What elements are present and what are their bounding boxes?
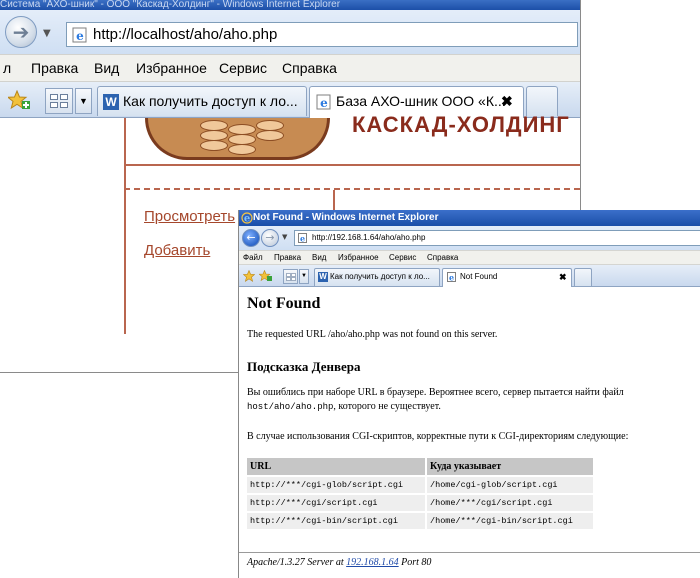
- bg-address-text: http://localhost/aho/aho.php: [93, 26, 278, 43]
- svg-text:e: e: [320, 96, 328, 110]
- bg-menu-edit[interactable]: Правка: [31, 55, 78, 81]
- quick-tabs-icon: [50, 94, 68, 108]
- bg-navigation-bar: ➔ ▼ e http://localhost/aho/aho.php: [0, 10, 580, 54]
- ie-page-icon: e: [72, 27, 87, 43]
- bg-window-title: Система "АХО-шник" - ООО "Каскад-Холдинг…: [0, 0, 341, 10]
- decorative-connector: [333, 190, 335, 210]
- view-link[interactable]: Просмотреть: [144, 208, 235, 225]
- add-favorites-icon[interactable]: [259, 270, 272, 282]
- w-favicon-icon: W: [318, 272, 328, 282]
- server-port: Port 80: [398, 557, 432, 568]
- ie-logo-icon: e: [241, 212, 253, 224]
- tab-list-icon[interactable]: ▼: [75, 88, 92, 114]
- ie-page-icon: e: [316, 94, 331, 110]
- hint-heading: Подсказка Денвера: [247, 359, 361, 374]
- fg-window-title-bar[interactable]: e Not Found - Windows Internet Explorer: [239, 210, 700, 226]
- forward-arrow-icon: →: [265, 231, 275, 244]
- fg-menu-bar: Файл Правка Вид Избранное Сервис Справка: [239, 250, 700, 265]
- fg-new-tab-button[interactable]: [574, 268, 592, 286]
- ie-page-icon: e: [298, 233, 307, 244]
- decorative-dashed-divider: [124, 188, 580, 190]
- table-cell: /home/cgi-glob/script.cgi: [426, 476, 595, 495]
- fg-menu-file[interactable]: Файл: [243, 251, 263, 264]
- fg-menu-favorites[interactable]: Избранное: [338, 251, 379, 264]
- svg-text:e: e: [244, 214, 250, 225]
- server-host-link[interactable]: 192.168.1.64: [346, 557, 399, 568]
- table-cell: http://***/cgi-bin/script.cgi: [247, 512, 427, 531]
- fg-menu-view[interactable]: Вид: [312, 251, 326, 264]
- fg-tab-bar: ▼ W Как получить доступ к ло... e Not Fo…: [239, 265, 700, 287]
- table-header-url: URL: [247, 458, 427, 477]
- add-link[interactable]: Добавить: [144, 242, 210, 259]
- bg-forward-button[interactable]: ➔: [5, 16, 37, 48]
- back-arrow-icon: ←: [246, 231, 256, 244]
- add-favorites-icon[interactable]: [8, 90, 30, 110]
- fg-page-content: Not Found The requested URL /aho/aho.php…: [239, 287, 700, 578]
- fg-history-dropdown-icon[interactable]: ▼: [282, 233, 287, 241]
- fg-tab-howto[interactable]: W Как получить доступ к ло...: [314, 268, 440, 286]
- tab-close-icon[interactable]: ✖: [559, 269, 567, 285]
- company-logo: [145, 118, 330, 160]
- bg-window-title-bar[interactable]: Система "АХО-шник" - ООО "Каскад-Холдинг…: [0, 0, 580, 10]
- cgi-info-text: В случае использования CGI-скриптов, кор…: [247, 431, 629, 442]
- favorites-star-icon[interactable]: [243, 270, 255, 282]
- table-row: http://***/cgi/script.cgi /home/***/cgi/…: [247, 494, 595, 513]
- table-header-row: URL Куда указывает: [247, 458, 595, 477]
- server-signature: Apache/1.3.27 Server at 192.168.1.64 Por…: [247, 557, 431, 568]
- quick-tabs-button[interactable]: [283, 269, 298, 284]
- ie-page-icon: e: [447, 272, 456, 283]
- w-favicon-icon: W: [103, 94, 119, 110]
- table-header-target: Куда указывает: [426, 458, 595, 477]
- hint-text-line2: host/aho/aho.php, которого не существует…: [247, 401, 441, 412]
- svg-text:e: e: [300, 234, 305, 244]
- table-cell: http://***/cgi-glob/script.cgi: [247, 476, 427, 495]
- bg-history-dropdown-icon[interactable]: ▼: [43, 28, 51, 39]
- decorative-vertical-line: [124, 118, 126, 334]
- hint-suffix: , которого не существует.: [333, 401, 441, 412]
- fg-address-bar[interactable]: e http://192.168.1.64/aho/aho.php: [294, 230, 700, 246]
- fg-menu-edit[interactable]: Правка: [274, 251, 301, 264]
- quick-tabs-icon: [286, 273, 296, 281]
- fg-forward-button[interactable]: →: [261, 229, 279, 247]
- foreground-browser-window: e Not Found - Windows Internet Explorer …: [238, 210, 700, 578]
- fg-tab-label: Как получить доступ к ло...: [330, 272, 430, 281]
- table-cell: /home/***/cgi-bin/script.cgi: [426, 512, 595, 531]
- table-row: http://***/cgi-bin/script.cgi /home/***/…: [247, 512, 595, 531]
- table-cell: http://***/cgi/script.cgi: [247, 494, 427, 513]
- hint-path: host/aho/aho.php: [247, 402, 334, 412]
- bg-menu-favorites[interactable]: Избранное: [136, 55, 207, 81]
- table-row: http://***/cgi-glob/script.cgi /home/cgi…: [247, 476, 595, 495]
- bg-menu-view[interactable]: Вид: [94, 55, 119, 81]
- bg-menu-tools[interactable]: Сервис: [219, 55, 267, 81]
- error-message: The requested URL /aho/aho.php was not f…: [247, 329, 498, 340]
- bg-menu-file[interactable]: л: [3, 55, 11, 81]
- hint-text-line1: Вы ошиблись при наборе URL в браузере. В…: [247, 387, 624, 398]
- svg-text:e: e: [449, 273, 454, 283]
- cgi-paths-table: URL Куда указывает http://***/cgi-glob/s…: [247, 458, 595, 531]
- tab-list-icon[interactable]: ▼: [299, 269, 309, 284]
- fg-tab-label: Not Found: [460, 272, 498, 281]
- fg-navigation-bar: ← → ▼ e http://192.168.1.64/aho/aho.php: [239, 226, 700, 250]
- svg-text:e: e: [76, 29, 84, 43]
- company-name: КАСКАД-ХОЛДИНГ: [352, 112, 570, 137]
- fg-menu-tools[interactable]: Сервис: [389, 251, 416, 264]
- bg-address-bar[interactable]: e http://localhost/aho/aho.php: [66, 22, 578, 47]
- bg-tab-label: Как получить доступ к ло...: [123, 93, 298, 109]
- server-name: Apache/1.3.27 Server at: [247, 557, 347, 568]
- decorative-divider: [124, 164, 580, 166]
- bg-tab-howto[interactable]: W Как получить доступ к ло...: [97, 86, 307, 116]
- fg-tab-notfound-active[interactable]: e Not Found ✖: [442, 268, 572, 287]
- fg-menu-help[interactable]: Справка: [427, 251, 458, 264]
- footer-divider: [239, 552, 700, 553]
- bg-menu-help[interactable]: Справка: [282, 55, 337, 81]
- fg-window-title: Not Found - Windows Internet Explorer: [253, 212, 439, 223]
- fg-address-text: http://192.168.1.64/aho/aho.php: [312, 233, 426, 242]
- quick-tabs-button[interactable]: [45, 88, 73, 114]
- forward-arrow-icon: ➔: [12, 20, 30, 44]
- fg-back-button[interactable]: ←: [242, 229, 260, 247]
- table-cell: /home/***/cgi/script.cgi: [426, 494, 595, 513]
- bg-menu-bar: л Правка Вид Избранное Сервис Справка: [0, 54, 580, 82]
- page-heading: Not Found: [247, 295, 321, 312]
